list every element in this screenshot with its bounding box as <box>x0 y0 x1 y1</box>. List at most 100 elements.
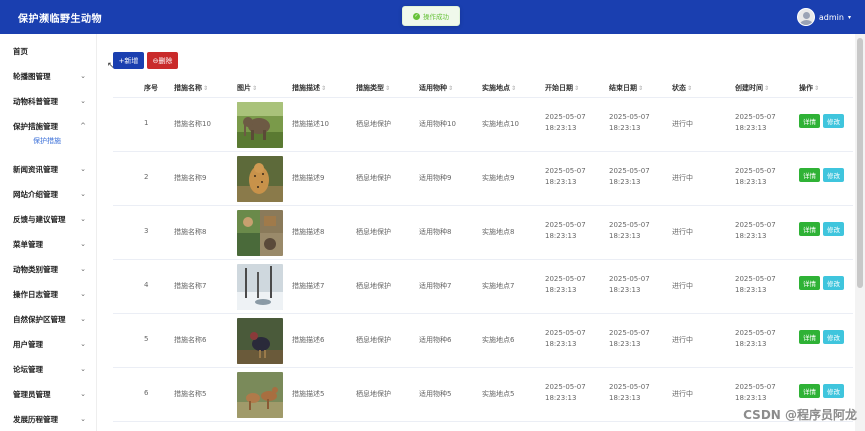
cell-index: 1 <box>144 119 149 127</box>
detail-button[interactable]: 详情 <box>799 168 820 182</box>
sort-icon[interactable]: ⇕ <box>814 85 819 92</box>
sidebar-item[interactable]: 动物科普管理 ⌄ <box>0 91 97 111</box>
detail-button[interactable]: 详情 <box>799 222 820 236</box>
sidebar-item[interactable]: 论坛管理 ⌄ <box>0 359 97 379</box>
sidebar-item[interactable]: 反馈与建议管理 ⌄ <box>0 209 97 229</box>
column-header[interactable]: 措施名称⇕ <box>174 83 208 93</box>
row-image[interactable] <box>237 318 283 364</box>
row-image[interactable] <box>237 372 283 418</box>
sidebar-item[interactable]: 发展历程管理 ⌄ <box>0 409 97 429</box>
cell-status: 进行中 <box>672 282 693 290</box>
table-row: 5 措施名称6 措施描述6 栖息地保护 适用物种6 实施地点6 2025-05-07 18:… <box>113 314 853 368</box>
sidebar-item[interactable]: 自然保护区管理 ⌄ <box>0 309 97 329</box>
row-image[interactable] <box>237 156 283 202</box>
sort-icon[interactable]: ⇕ <box>687 85 692 92</box>
cell-start-date: 2025-05-07 18:23:13 <box>545 329 586 348</box>
sidebar-item-label: 首页 <box>13 46 28 56</box>
column-header[interactable]: 措施类型⇕ <box>356 83 390 93</box>
cell-created-time: 2025-05-07 18:23:13 <box>735 275 776 294</box>
sidebar-item[interactable]: 菜单管理 ⌄ <box>0 234 97 254</box>
cell-index: 4 <box>144 281 149 289</box>
sort-icon[interactable]: ⇕ <box>385 85 390 92</box>
column-header-label: 创建时间 <box>735 84 763 92</box>
cell-status: 进行中 <box>672 228 693 236</box>
edit-button[interactable]: 修改 <box>823 384 844 398</box>
cell-description: 措施描述9 <box>292 174 325 182</box>
detail-button[interactable]: 详情 <box>799 330 820 344</box>
sidebar-item[interactable]: 动物类别管理 ⌄ <box>0 259 97 279</box>
edit-button[interactable]: 修改 <box>823 330 844 344</box>
edit-button[interactable]: 修改 <box>823 222 844 236</box>
table-row: 4 措施名称7 措施描述7 栖息地保护 适用物种7 实施地点7 2025-05-07 18:… <box>113 260 853 314</box>
sort-icon[interactable]: ⇕ <box>448 85 453 92</box>
column-header[interactable]: 创建时间⇕ <box>735 83 769 93</box>
cell-index: 3 <box>144 227 149 235</box>
sidebar-subitem[interactable]: 保护措施 <box>33 136 61 146</box>
row-image[interactable] <box>237 264 283 310</box>
detail-button[interactable]: 详情 <box>799 384 820 398</box>
sidebar-item-label: 轮播图管理 <box>13 71 51 81</box>
cell-name: 措施名称7 <box>174 282 207 290</box>
sidebar-item[interactable]: 网站介绍管理 ⌄ <box>0 184 97 204</box>
sort-icon[interactable]: ⇕ <box>511 85 516 92</box>
sort-icon[interactable]: ⇕ <box>203 85 208 92</box>
column-header[interactable]: 状态⇕ <box>672 83 692 93</box>
cell-index: 5 <box>144 335 149 343</box>
column-header[interactable]: 开始日期⇕ <box>545 83 579 93</box>
sidebar-item[interactable]: 首页 <box>0 41 97 61</box>
sidebar-item[interactable]: 管理员管理 ⌄ <box>0 384 97 404</box>
sidebar-item-label: 操作日志管理 <box>13 289 58 299</box>
sidebar-item-label: 动物科普管理 <box>13 96 58 106</box>
cell-place: 实施地点8 <box>482 228 515 236</box>
column-header[interactable]: 图片⇕ <box>237 83 257 93</box>
column-header[interactable]: 结束日期⇕ <box>609 83 643 93</box>
row-image[interactable] <box>237 210 283 256</box>
chevron-down-icon: ⌄ <box>80 240 86 248</box>
delete-button[interactable]: ⊖删除 <box>147 52 178 69</box>
chevron-down-icon: ⌄ <box>80 215 86 223</box>
edit-button[interactable]: 修改 <box>823 276 844 290</box>
sidebar-item[interactable]: 操作日志管理 ⌄ <box>0 284 97 304</box>
cell-place: 实施地点9 <box>482 174 515 182</box>
column-header[interactable]: 序号 <box>144 83 158 93</box>
sidebar-item-label: 反馈与建议管理 <box>13 214 66 224</box>
table-row: 6 措施名称5 措施描述5 栖息地保护 适用物种5 实施地点5 2025-05-07 18:… <box>113 368 853 422</box>
chevron-down-icon[interactable]: ▾ <box>848 14 851 21</box>
chevron-down-icon: ⌄ <box>80 415 86 423</box>
user-menu[interactable]: admin ▾ <box>796 8 851 26</box>
column-header[interactable]: 适用物种⇕ <box>419 83 453 93</box>
cell-index: 6 <box>144 389 149 397</box>
cell-species: 适用物种5 <box>419 390 452 398</box>
cell-created-time: 2025-05-07 18:23:13 <box>735 329 776 348</box>
sidebar-item[interactable]: 保护措施管理 ^ <box>0 116 97 136</box>
column-header-label: 操作 <box>799 84 813 92</box>
sort-icon[interactable]: ⇕ <box>321 85 326 92</box>
add-button[interactable]: +新增 <box>113 52 144 69</box>
chevron-down-icon: ⌄ <box>80 390 86 398</box>
username[interactable]: admin <box>819 13 844 22</box>
sidebar-item[interactable]: 新闻资讯管理 ⌄ <box>0 159 97 179</box>
sidebar-item[interactable]: 轮播图管理 ⌄ <box>0 66 97 86</box>
edit-button[interactable]: 修改 <box>823 168 844 182</box>
table-row: 1 措施名称10 措施描述10 栖息地保护 适用物种10 实施地点10 2025-05-07… <box>113 98 853 152</box>
cell-species: 适用物种9 <box>419 174 452 182</box>
cell-type: 栖息地保护 <box>356 390 391 398</box>
column-header[interactable]: 操作⇕ <box>799 83 819 93</box>
sort-icon[interactable]: ⇕ <box>252 85 257 92</box>
cell-description: 措施描述10 <box>292 120 329 128</box>
cell-start-date: 2025-05-07 18:23:13 <box>545 383 586 402</box>
column-header[interactable]: 实施地点⇕ <box>482 83 516 93</box>
scrollbar-thumb[interactable] <box>857 38 863 288</box>
sort-icon[interactable]: ⇕ <box>638 85 643 92</box>
sort-icon[interactable]: ⇕ <box>764 85 769 92</box>
sort-icon[interactable]: ⇕ <box>574 85 579 92</box>
edit-button[interactable]: 修改 <box>823 114 844 128</box>
detail-button[interactable]: 详情 <box>799 276 820 290</box>
sidebar-item[interactable]: 用户管理 ⌄ <box>0 334 97 354</box>
page-scrollbar[interactable] <box>855 34 865 431</box>
avatar[interactable] <box>796 8 815 26</box>
row-image[interactable] <box>237 102 283 148</box>
column-header-label: 实施地点 <box>482 84 510 92</box>
column-header[interactable]: 措施描述⇕ <box>292 83 326 93</box>
detail-button[interactable]: 详情 <box>799 114 820 128</box>
